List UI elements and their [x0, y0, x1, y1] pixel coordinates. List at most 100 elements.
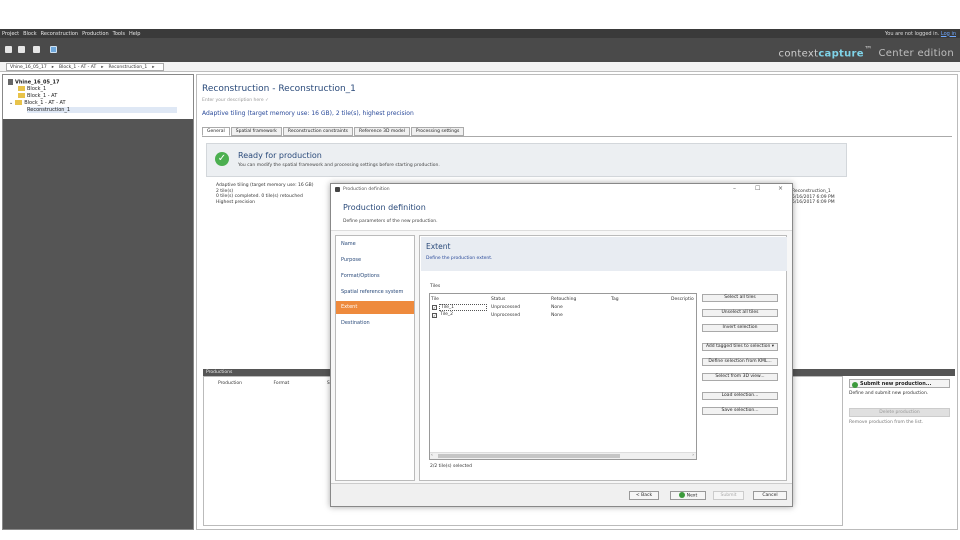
tab-general[interactable]: General	[202, 127, 230, 136]
add-production-icon	[852, 381, 858, 388]
save-project-icon[interactable]	[33, 46, 40, 53]
step-name[interactable]: Name	[336, 238, 414, 251]
breadcrumb-item-reconstruction[interactable]: Reconstruction_1	[108, 65, 147, 70]
select-from-3d-view-button[interactable]: Select from 3D view...	[702, 373, 778, 381]
menu-tools[interactable]: Tools	[111, 31, 127, 37]
check-circle-icon: ✓	[215, 152, 229, 166]
step-purpose[interactable]: Purpose	[336, 254, 414, 267]
tile-status: Unprocessed	[491, 313, 521, 318]
selection-count: 2/2 tile(s) selected	[430, 464, 472, 469]
tab-bar: General Spatial framework Reconstruction…	[202, 127, 465, 136]
tile-2-checkbox[interactable]: ✓	[432, 313, 437, 318]
tiles-table[interactable]: Tile Status Retouching Tag Descriptio ✓ …	[429, 293, 697, 460]
scroll-right-icon[interactable]: ›	[692, 453, 694, 458]
edit-icon[interactable]: ✓	[265, 98, 269, 103]
brand-context: context	[778, 48, 819, 60]
tree-item-reconstruction-1[interactable]: Reconstruction_1	[27, 107, 177, 113]
minimize-icon[interactable]: –	[733, 185, 736, 192]
tab-spatial-framework[interactable]: Spatial framework	[230, 127, 282, 136]
tile-1-checkbox[interactable]: ✓	[432, 305, 437, 310]
tree-item-block-1-at[interactable]: Block_1 - AT	[18, 93, 57, 99]
login-status: You are not logged in. Log in	[885, 31, 960, 37]
wizard-steps: Name Purpose Format/Options Spatial refe…	[335, 235, 415, 481]
tree-item-block-1[interactable]: Block_1	[18, 86, 46, 92]
tree-item-label: Block_1 - AT - AT	[24, 100, 66, 106]
info-modified: 5/16/2017 6:09 PM	[792, 200, 835, 205]
reconstruction-summary[interactable]: Adaptive tiling (target memory use: 16 G…	[202, 110, 414, 117]
select-all-tiles-button[interactable]: Select all tiles	[702, 294, 778, 302]
folder-icon	[18, 86, 25, 91]
save-selection-button[interactable]: Save selection...	[702, 407, 778, 415]
breadcrumb-item-block[interactable]: Block_1 - AT - AT	[59, 65, 96, 70]
submit-button[interactable]: Submit	[713, 491, 744, 500]
tile-name[interactable]: Tile_1	[439, 304, 487, 311]
monitor-icon[interactable]	[50, 46, 57, 53]
column-status[interactable]: Status	[491, 297, 505, 302]
menu-help[interactable]: Help	[127, 31, 142, 37]
column-format[interactable]: Format	[273, 381, 325, 386]
column-retouching[interactable]: Retouching	[551, 297, 576, 302]
tree-project[interactable]: Vhine_16_05_17	[8, 79, 59, 86]
description-field[interactable]: Enter your description here ✓	[202, 98, 269, 103]
productions-actions: Submit new production... Define and subm…	[848, 377, 950, 525]
back-button[interactable]: < Back	[629, 491, 659, 500]
chevron-down-icon[interactable]: ⌄	[9, 100, 13, 106]
login-text: You are not logged in.	[884, 30, 940, 37]
scroll-left-icon[interactable]: ‹	[431, 453, 433, 458]
extent-title: Extent	[426, 242, 451, 251]
column-tile[interactable]: Tile	[431, 297, 439, 302]
tree-item-block-1-at-at[interactable]: ⌄ Block_1 - AT - AT	[9, 100, 66, 106]
step-spatial-reference-system[interactable]: Spatial reference system	[336, 286, 414, 299]
project-tree-panel: Vhine_16_05_17 Block_1 Block_1 - AT ⌄ Blo…	[2, 74, 194, 530]
menu-bar: Project Block Reconstruction Production …	[0, 29, 960, 38]
menu-block[interactable]: Block	[21, 31, 39, 37]
submit-description: Define and submit new production.	[849, 391, 929, 396]
load-selection-button[interactable]: Load selection...	[702, 392, 778, 400]
submit-new-production-button[interactable]: Submit new production...	[849, 379, 950, 388]
description-placeholder: Enter your description here	[202, 98, 264, 103]
step-extent[interactable]: Extent	[336, 301, 414, 314]
step-destination[interactable]: Destination	[336, 317, 414, 330]
status-title: Ready for production	[238, 151, 322, 160]
folder-icon	[15, 100, 23, 105]
breadcrumb: Vhine_16_05_17 ▸ Block_1 - AT - AT ▸ Rec…	[6, 63, 164, 71]
unselect-all-tiles-button[interactable]: Unselect all tiles	[702, 309, 778, 317]
menu-production[interactable]: Production	[80, 31, 111, 37]
dialog-window-title: Production definition	[343, 187, 390, 192]
scrollbar-thumb[interactable]	[438, 454, 620, 458]
login-link[interactable]: Log in	[941, 31, 956, 37]
maximize-icon[interactable]: ☐	[755, 185, 760, 192]
column-description[interactable]: Descriptio	[671, 297, 694, 302]
next-button[interactable]: Next	[670, 491, 706, 500]
tab-reference-3d-model[interactable]: Reference 3D model	[354, 127, 410, 136]
app-icon	[335, 187, 340, 192]
breadcrumb-separator: ▸	[101, 64, 104, 70]
add-tagged-tiles-button[interactable]: Add tagged tiles to selection ▾	[702, 343, 778, 351]
delete-production-button[interactable]: Delete production	[849, 408, 950, 417]
next-label: Next	[686, 493, 698, 499]
brand-capture: capture	[818, 48, 864, 60]
brand-tm: ™	[863, 44, 873, 54]
info-summary: Adaptive tiling (target memory use: 16 G…	[216, 183, 314, 205]
next-icon	[678, 492, 685, 498]
step-format-options[interactable]: Format/Options	[336, 270, 414, 283]
tab-reconstruction-constraints[interactable]: Reconstruction constraints	[282, 127, 354, 136]
tile-name[interactable]: Tile_2	[439, 312, 454, 317]
menu-project[interactable]: Project	[0, 31, 21, 37]
open-project-icon[interactable]	[18, 46, 25, 53]
menu-reconstruction[interactable]: Reconstruction	[39, 31, 80, 37]
breadcrumb-separator: ▸	[51, 64, 54, 70]
column-production[interactable]: Production	[218, 381, 272, 386]
invert-selection-button[interactable]: Invert selection	[702, 324, 778, 332]
close-icon[interactable]: ×	[778, 185, 783, 192]
column-tag[interactable]: Tag	[611, 297, 619, 302]
cancel-button[interactable]: Cancel	[753, 491, 787, 500]
breadcrumb-item-project[interactable]: Vhine_16_05_17	[10, 65, 47, 70]
status-subtitle: You can modify the spatial framework and…	[238, 163, 440, 168]
define-selection-from-kml-button[interactable]: Define selection from KML...	[702, 358, 778, 366]
tab-processing-settings[interactable]: Processing settings	[410, 127, 465, 136]
new-project-icon[interactable]	[5, 46, 12, 53]
tree-item-label: Reconstruction_1	[27, 107, 71, 113]
horizontal-scrollbar[interactable]: ‹ ›	[430, 452, 696, 459]
dialog-header: Production definition Define parameters …	[331, 195, 792, 231]
